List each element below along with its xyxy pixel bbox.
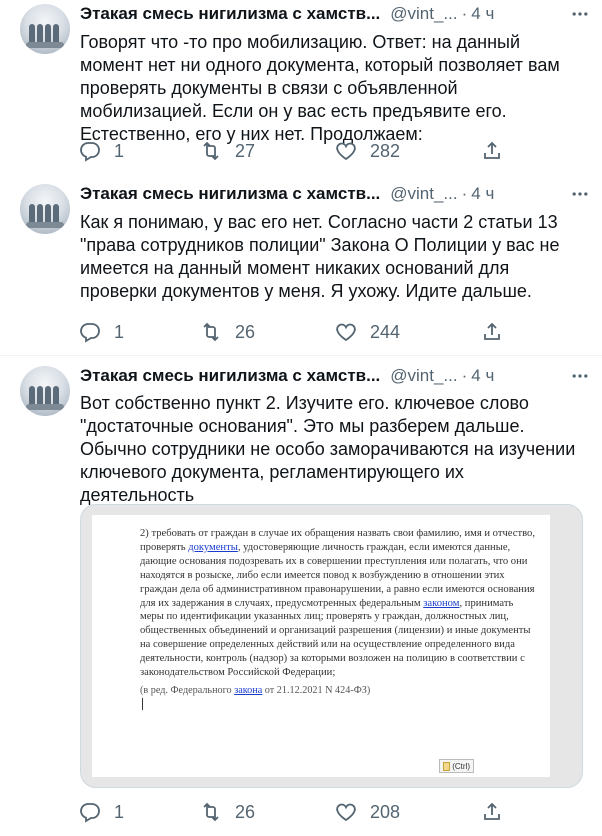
share-icon bbox=[484, 322, 500, 340]
clipboard-icon bbox=[443, 761, 451, 771]
reply-button[interactable]: 1 bbox=[78, 137, 124, 165]
share-icon bbox=[484, 802, 500, 820]
avatar-ring bbox=[26, 42, 64, 48]
tweet-actions: 1 26 208 bbox=[78, 798, 508, 826]
author-avatar[interactable] bbox=[20, 184, 70, 234]
author-avatar[interactable] bbox=[20, 4, 70, 54]
like-button[interactable]: 244 bbox=[334, 318, 400, 346]
reply-button[interactable]: 1 bbox=[78, 318, 124, 346]
tweet-header: Этакая смесь нигилизма с хамств... @vint… bbox=[80, 182, 588, 206]
like-count: 208 bbox=[370, 801, 401, 822]
document-link: законом bbox=[423, 597, 460, 609]
tweet-text: Говорят что -то про мобилизацию. Ответ: … bbox=[80, 32, 560, 144]
paste-options-button: (Ctrl) bbox=[439, 759, 474, 773]
reply-count: 1 bbox=[114, 321, 125, 342]
author-name[interactable]: Этакая смесь нигилизма с хамств... bbox=[80, 4, 380, 24]
tweet-header: Этакая смесь нигилизма с хамств... @vint… bbox=[80, 364, 588, 388]
avatar-ring bbox=[26, 222, 64, 228]
text-cursor bbox=[142, 698, 143, 711]
reply-icon bbox=[80, 142, 100, 162]
avatar-ring bbox=[26, 404, 64, 410]
separator: · bbox=[461, 366, 468, 385]
share-button[interactable] bbox=[480, 318, 504, 346]
tweet-actions: 1 26 244 bbox=[78, 318, 508, 346]
like-button[interactable]: 208 bbox=[334, 798, 400, 826]
heart-icon bbox=[336, 142, 356, 161]
retweet-button[interactable]: 26 bbox=[199, 318, 255, 346]
share-button[interactable] bbox=[480, 137, 504, 165]
more-icon[interactable] bbox=[568, 182, 592, 206]
document-screenshot: 2) требовать от граждан в случае их обра… bbox=[92, 515, 550, 777]
tweet-time[interactable]: 4 ч bbox=[471, 184, 494, 204]
reply-icon bbox=[80, 323, 100, 343]
reply-button[interactable]: 1 bbox=[78, 798, 124, 826]
tweet-actions: 1 27 282 bbox=[78, 137, 508, 165]
document-link: документы bbox=[188, 541, 238, 553]
document-paragraph: 2) требовать от граждан в случае их обра… bbox=[140, 527, 536, 680]
retweet-count: 26 bbox=[235, 321, 256, 342]
retweet-icon bbox=[203, 141, 219, 161]
retweet-button[interactable]: 27 bbox=[199, 137, 255, 165]
reply-count: 1 bbox=[114, 140, 125, 161]
document-reference: (в ред. Федерального закона от 21.12.202… bbox=[140, 684, 536, 698]
heart-icon bbox=[336, 323, 356, 342]
more-icon[interactable] bbox=[568, 364, 592, 388]
retweet-count: 27 bbox=[235, 140, 256, 161]
author-name[interactable]: Этакая смесь нигилизма с хамств... bbox=[80, 366, 380, 386]
tweet-image[interactable]: 2) требовать от граждан в случае их обра… bbox=[80, 504, 583, 788]
author-avatar[interactable] bbox=[20, 366, 70, 416]
document-text: от 21.12.2021 N 424-ФЗ) bbox=[262, 684, 371, 696]
retweet-icon bbox=[203, 802, 219, 822]
author-handle[interactable]: @vint_... bbox=[390, 4, 457, 24]
retweet-button[interactable]: 26 bbox=[199, 798, 255, 826]
separator: · bbox=[461, 184, 468, 203]
document-text: , принимать меры по идентификации указан… bbox=[140, 597, 531, 679]
tweet[interactable]: Этакая смесь нигилизма с хамств... @vint… bbox=[0, 356, 602, 836]
paste-options-label: (Ctrl) bbox=[452, 761, 470, 771]
tweet-time[interactable]: 4 ч bbox=[471, 4, 494, 24]
tweet-text: Вот собственно пункт 2. Изучите его. клю… bbox=[80, 393, 576, 505]
author-handle[interactable]: @vint_... bbox=[390, 366, 457, 386]
author-name[interactable]: Этакая смесь нигилизма с хамств... bbox=[80, 184, 380, 204]
more-icon[interactable] bbox=[568, 2, 592, 26]
share-icon bbox=[484, 141, 500, 159]
document-text: (в ред. Федерального bbox=[140, 684, 235, 696]
share-button[interactable] bbox=[480, 798, 504, 826]
tweet-header: Этакая смесь нигилизма с хамств... @vint… bbox=[80, 2, 588, 26]
reply-icon bbox=[80, 803, 100, 823]
like-count: 282 bbox=[370, 140, 401, 161]
tweet[interactable]: Этакая смесь нигилизма с хамств... @vint… bbox=[0, 0, 602, 178]
like-count: 244 bbox=[370, 321, 401, 342]
tweet-text: Как я понимаю, у вас его нет. Согласно ч… bbox=[80, 212, 560, 301]
retweet-icon bbox=[203, 322, 219, 342]
author-handle[interactable]: @vint_... bbox=[390, 184, 457, 204]
document-link: закона bbox=[234, 684, 263, 696]
reply-count: 1 bbox=[114, 801, 125, 822]
heart-icon bbox=[336, 803, 356, 822]
separator: · bbox=[461, 4, 468, 23]
tweet[interactable]: Этакая смесь нигилизма с хамств... @vint… bbox=[0, 178, 602, 356]
retweet-count: 26 bbox=[235, 801, 256, 822]
like-button[interactable]: 282 bbox=[334, 137, 400, 165]
tweet-time[interactable]: 4 ч bbox=[471, 366, 494, 386]
